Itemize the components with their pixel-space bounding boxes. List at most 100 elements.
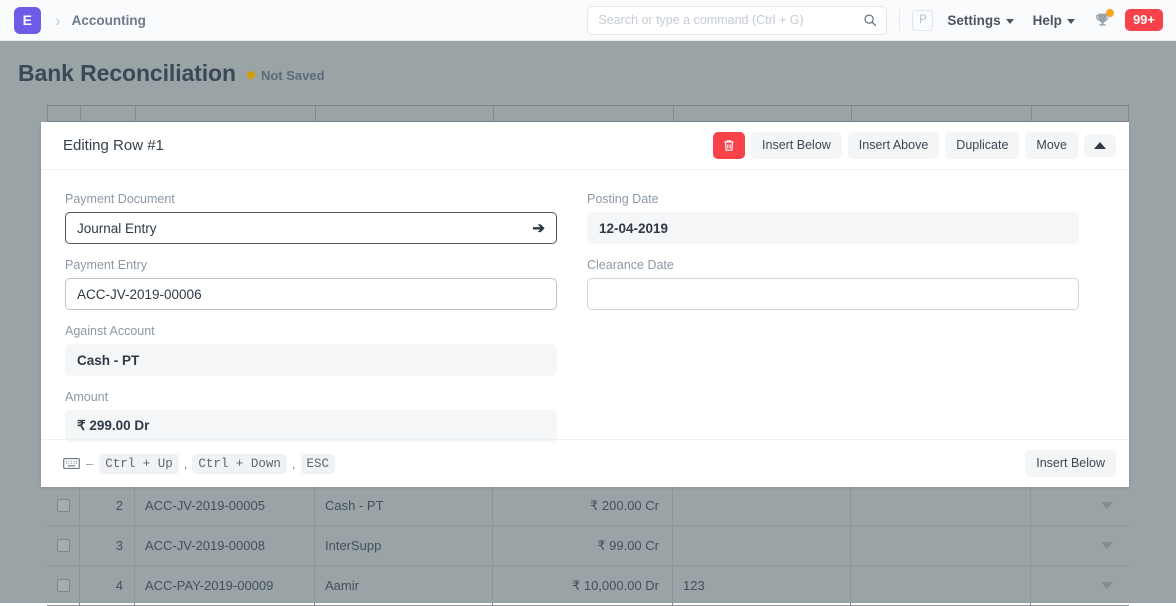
row-amount[interactable]: ₹ 99.00 Cr bbox=[493, 526, 673, 565]
clearance-date-input[interactable] bbox=[599, 279, 1067, 309]
shortcut-ctrl-down: Ctrl + Down bbox=[192, 454, 287, 474]
editing-row-body: Payment Document ➔ Payment Entry Against… bbox=[41, 170, 1129, 456]
avatar[interactable]: P bbox=[912, 10, 933, 31]
insert-below-button[interactable]: Insert Below bbox=[751, 132, 842, 159]
page-title: Bank Reconciliation bbox=[18, 60, 236, 87]
navbar-left: E › Accounting bbox=[0, 7, 146, 34]
hint-dash: – bbox=[86, 456, 93, 471]
payment-entry-label: Payment Entry bbox=[65, 258, 557, 272]
row-extra[interactable] bbox=[851, 566, 1031, 605]
status-badge: Not Saved bbox=[247, 68, 325, 83]
search-icon[interactable] bbox=[863, 13, 877, 27]
against-account-value: Cash - PT bbox=[65, 344, 557, 376]
payment-document-input[interactable] bbox=[77, 213, 532, 243]
app-logo[interactable]: E bbox=[14, 7, 41, 34]
clearance-date-control[interactable] bbox=[587, 278, 1079, 310]
open-link-icon[interactable]: ➔ bbox=[532, 221, 545, 236]
settings-menu[interactable]: Settings bbox=[947, 13, 1013, 28]
collapse-row-button[interactable] bbox=[1084, 134, 1116, 157]
row-expand-cell[interactable] bbox=[1031, 566, 1129, 605]
row-index: 4 bbox=[80, 566, 135, 605]
chevron-down-icon[interactable] bbox=[1101, 542, 1113, 549]
navbar-divider bbox=[899, 9, 900, 31]
right-column: Posting Date 12-04-2019 Clearance Date bbox=[587, 192, 1079, 456]
field-payment-entry: Payment Entry bbox=[65, 258, 557, 310]
table-row[interactable]: 2 ACC-JV-2019-00005 Cash - PT ₹ 200.00 C… bbox=[47, 486, 1129, 526]
payment-document-label: Payment Document bbox=[65, 192, 557, 206]
editing-row-panel: Editing Row #1 Insert Below Insert Above… bbox=[41, 122, 1129, 487]
move-button[interactable]: Move bbox=[1025, 132, 1078, 159]
trophy-button[interactable] bbox=[1094, 11, 1111, 29]
breadcrumb[interactable]: Accounting bbox=[72, 13, 146, 28]
shortcut-esc: ESC bbox=[301, 454, 336, 474]
chevron-down-icon[interactable] bbox=[1101, 582, 1113, 589]
keyboard-shortcut-hint: – Ctrl + Up , Ctrl + Down , ESC bbox=[63, 454, 335, 474]
keyboard-icon bbox=[63, 457, 80, 470]
settings-label: Settings bbox=[947, 13, 1000, 28]
row-reference2[interactable] bbox=[673, 526, 851, 565]
row-index: 3 bbox=[80, 526, 135, 565]
field-payment-document: Payment Document ➔ bbox=[65, 192, 557, 244]
row-account[interactable]: Aamir bbox=[315, 566, 493, 605]
hint-separator: , bbox=[292, 456, 296, 471]
clearance-date-label: Clearance Date bbox=[587, 258, 1079, 272]
editing-row-title: Editing Row #1 bbox=[63, 137, 164, 154]
search-input[interactable] bbox=[588, 7, 886, 34]
amount-label: Amount bbox=[65, 390, 557, 404]
insert-above-button[interactable]: Insert Above bbox=[848, 132, 940, 159]
field-amount: Amount ₹ 299.00 Dr bbox=[65, 390, 557, 442]
grid-rows: 2 ACC-JV-2019-00005 Cash - PT ₹ 200.00 C… bbox=[47, 486, 1129, 603]
notification-dot-icon bbox=[1106, 9, 1114, 17]
status-dot-icon bbox=[247, 71, 255, 79]
row-extra[interactable] bbox=[851, 526, 1031, 565]
row-checkbox[interactable] bbox=[57, 539, 70, 552]
row-reference[interactable]: ACC-JV-2019-00008 bbox=[135, 526, 315, 565]
chevron-down-icon[interactable] bbox=[1101, 502, 1113, 509]
grid-header-strip bbox=[47, 105, 1129, 122]
editing-row-header: Editing Row #1 Insert Below Insert Above… bbox=[41, 122, 1129, 170]
row-amount[interactable]: ₹ 200.00 Cr bbox=[493, 486, 673, 525]
row-reference[interactable]: ACC-PAY-2019-00009 bbox=[135, 566, 315, 605]
row-expand-cell[interactable] bbox=[1031, 526, 1129, 565]
row-reference[interactable]: ACC-JV-2019-00005 bbox=[135, 486, 315, 525]
row-reference2[interactable] bbox=[673, 486, 851, 525]
notification-badge[interactable]: 99+ bbox=[1125, 9, 1163, 31]
footer-insert-below-button[interactable]: Insert Below bbox=[1025, 450, 1116, 477]
shortcut-ctrl-up: Ctrl + Up bbox=[99, 454, 179, 474]
chevron-down-icon bbox=[1067, 19, 1075, 24]
row-checkbox[interactable] bbox=[57, 579, 70, 592]
page-header: Bank Reconciliation Not Saved bbox=[0, 41, 1176, 105]
status-label: Not Saved bbox=[261, 68, 325, 83]
delete-row-button[interactable] bbox=[713, 132, 745, 159]
duplicate-button[interactable]: Duplicate bbox=[945, 132, 1019, 159]
search-box[interactable] bbox=[587, 6, 887, 35]
row-checkbox[interactable] bbox=[57, 499, 70, 512]
left-column: Payment Document ➔ Payment Entry Against… bbox=[65, 192, 557, 456]
posting-date-label: Posting Date bbox=[587, 192, 1079, 206]
row-account[interactable]: InterSupp bbox=[315, 526, 493, 565]
row-reference2[interactable]: 123 bbox=[673, 566, 851, 605]
chevron-up-icon bbox=[1094, 142, 1106, 149]
field-clearance-date: Clearance Date bbox=[587, 258, 1079, 310]
payment-entry-input[interactable] bbox=[77, 279, 545, 309]
row-checkbox-cell[interactable] bbox=[47, 526, 80, 565]
footer-actions: Insert Below bbox=[1025, 450, 1116, 477]
row-extra[interactable] bbox=[851, 486, 1031, 525]
row-account[interactable]: Cash - PT bbox=[315, 486, 493, 525]
row-amount[interactable]: ₹ 10,000.00 Dr bbox=[493, 566, 673, 605]
table-row[interactable]: 3 ACC-JV-2019-00008 InterSupp ₹ 99.00 Cr bbox=[47, 526, 1129, 566]
chevron-right-icon: › bbox=[55, 12, 61, 29]
row-checkbox-cell[interactable] bbox=[47, 566, 80, 605]
help-label: Help bbox=[1033, 13, 1062, 28]
row-expand-cell[interactable] bbox=[1031, 486, 1129, 525]
amount-value: ₹ 299.00 Dr bbox=[65, 410, 557, 442]
row-checkbox-cell[interactable] bbox=[47, 486, 80, 525]
editing-row-actions: Insert Below Insert Above Duplicate Move bbox=[713, 132, 1116, 159]
help-menu[interactable]: Help bbox=[1033, 13, 1075, 28]
payment-entry-control[interactable] bbox=[65, 278, 557, 310]
row-index: 2 bbox=[80, 486, 135, 525]
payment-document-control[interactable]: ➔ bbox=[65, 212, 557, 244]
posting-date-value: 12-04-2019 bbox=[587, 212, 1079, 244]
table-row[interactable]: 4 ACC-PAY-2019-00009 Aamir ₹ 10,000.00 D… bbox=[47, 566, 1129, 606]
chevron-down-icon bbox=[1006, 19, 1014, 24]
